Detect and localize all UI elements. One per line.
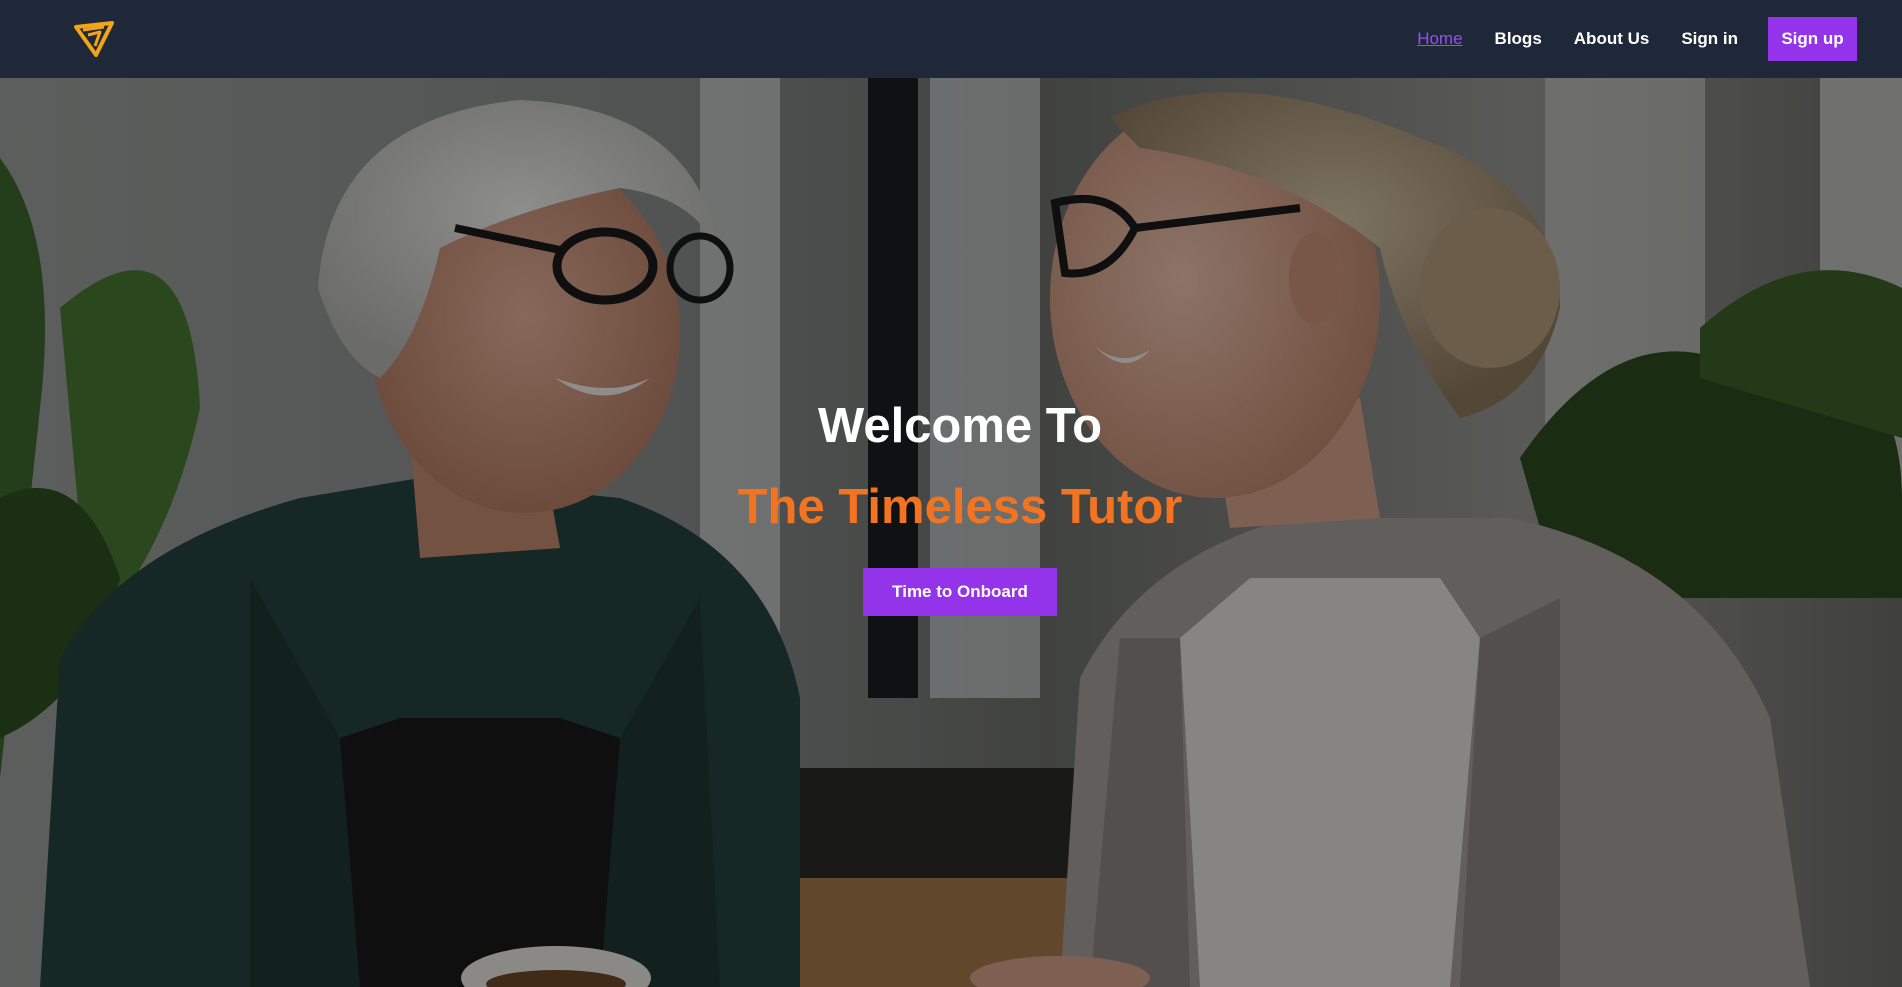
hero-title: Welcome To	[817, 399, 1103, 453]
sign-up-button[interactable]: Sign up	[1768, 17, 1857, 61]
nav-link-sign-in[interactable]: Sign in	[1681, 29, 1738, 49]
hero-subtitle: The Timeless Tutor	[737, 480, 1183, 534]
nav-link-blogs[interactable]: Blogs	[1495, 29, 1542, 49]
hero-section: Welcome To The Timeless Tutor Time to On…	[0, 78, 1902, 987]
triangle-logo-icon[interactable]	[74, 21, 114, 57]
nav-link-about-us[interactable]: About Us	[1574, 29, 1650, 49]
nav-link-home[interactable]: Home	[1417, 29, 1462, 49]
nav-links: Home Blogs About Us Sign in Sign up	[1417, 0, 1857, 78]
top-navbar: Home Blogs About Us Sign in Sign up	[0, 0, 1902, 78]
hero-content: Welcome To The Timeless Tutor Time to On…	[0, 78, 1902, 987]
onboard-cta-button[interactable]: Time to Onboard	[863, 568, 1057, 616]
